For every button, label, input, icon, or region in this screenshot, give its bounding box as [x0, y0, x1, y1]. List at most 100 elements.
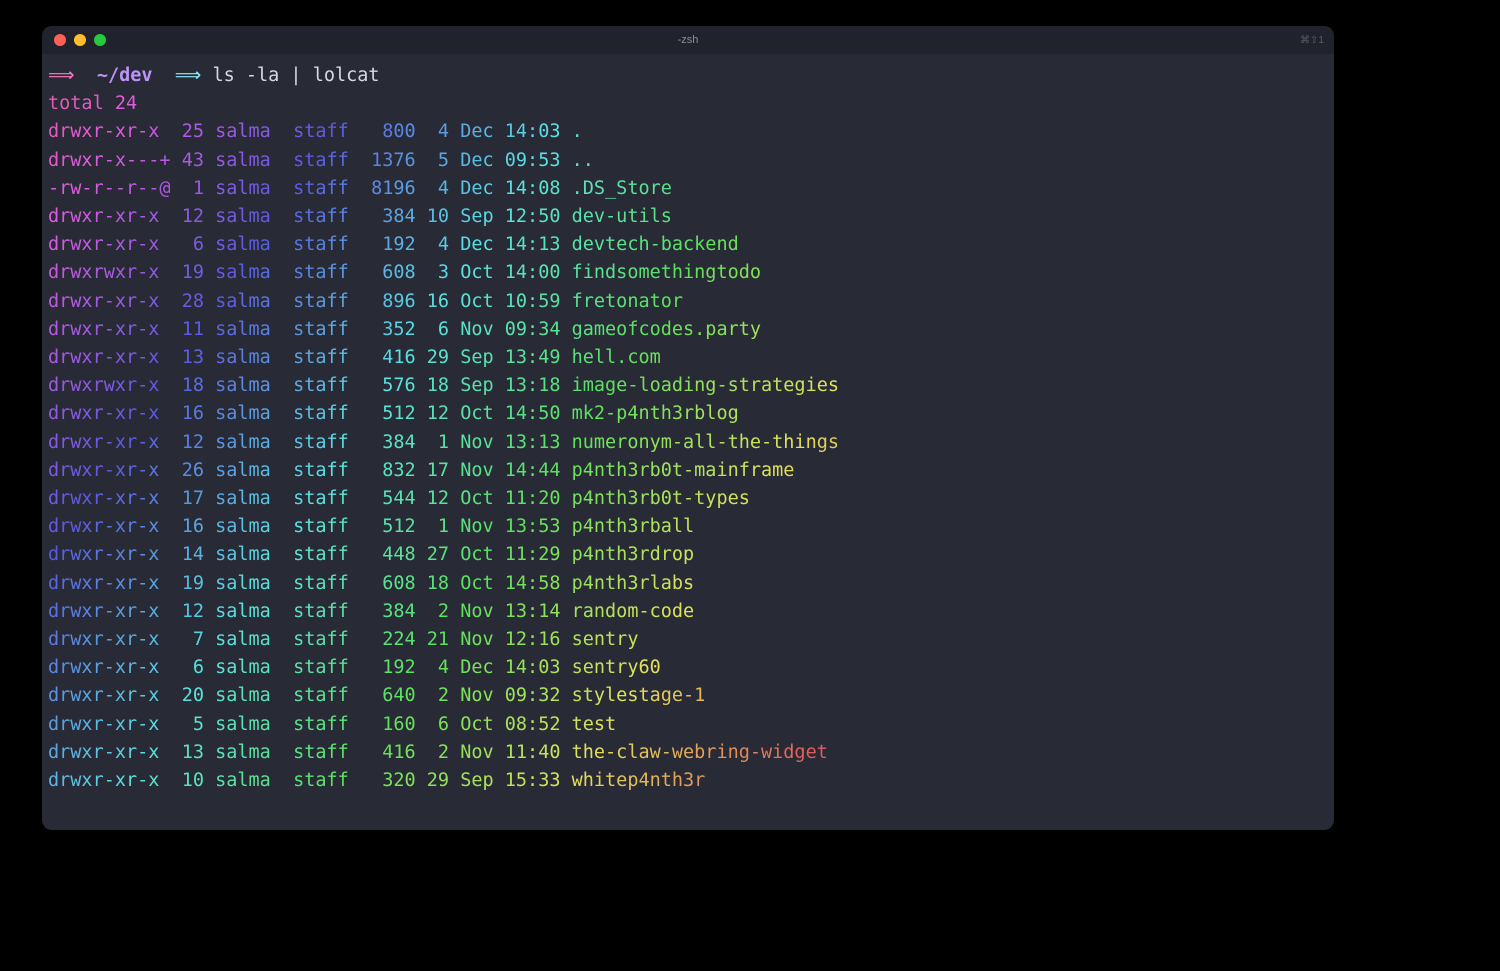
ls-filename: test: [572, 714, 617, 735]
ls-time: 10:59: [505, 291, 561, 312]
command-text: ls -la | lolcat: [212, 65, 379, 86]
ls-filename: dev-utils: [572, 206, 672, 227]
ls-perm: -rw-r--r--@: [48, 178, 171, 199]
ls-filename: stylestage-1: [572, 685, 706, 706]
prompt-line: ⟹ ~/dev ⟹ ls -la | lolcat: [48, 62, 1328, 90]
ls-links: 11: [182, 319, 204, 340]
ls-links: 13: [182, 347, 204, 368]
ls-group: staff: [293, 150, 349, 171]
ls-size: 352: [371, 319, 416, 340]
ls-day: 5: [427, 150, 449, 171]
ls-row: drwxr-xr-x 13 salma staff 416 29 Sep 13:…: [48, 344, 1328, 372]
ls-size: 608: [371, 262, 416, 283]
ls-month: Sep: [460, 375, 493, 396]
ls-month: Nov: [460, 516, 493, 537]
ls-size: 192: [371, 234, 416, 255]
ls-day: 1: [427, 516, 449, 537]
ls-day: 29: [427, 347, 449, 368]
ls-links: 28: [182, 291, 204, 312]
ls-row: drwxr-xr-x 20 salma staff 640 2 Nov 09:3…: [48, 682, 1328, 710]
ls-day: 12: [427, 403, 449, 424]
ls-group: staff: [293, 432, 349, 453]
titlebar: -zsh ⌘⇧1: [42, 26, 1334, 54]
ls-user: salma: [215, 544, 271, 565]
ls-size: 192: [371, 657, 416, 678]
ls-links: 18: [182, 375, 204, 396]
ls-row: -rw-r--r--@ 1 salma staff 8196 4 Dec 14:…: [48, 175, 1328, 203]
ls-row: drwxr-xr-x 7 salma staff 224 21 Nov 12:1…: [48, 626, 1328, 654]
ls-day: 6: [427, 714, 449, 735]
ls-group: staff: [293, 601, 349, 622]
ls-group: staff: [293, 770, 349, 791]
ls-user: salma: [215, 601, 271, 622]
ls-perm: drwxr-xr-x: [48, 544, 171, 565]
ls-filename: devtech-backend: [572, 234, 739, 255]
terminal-output[interactable]: ⟹ ~/dev ⟹ ls -la | lolcattotal 24drwxr-x…: [42, 54, 1334, 795]
ls-user: salma: [215, 150, 271, 171]
ls-perm: drwxr-xr-x: [48, 432, 171, 453]
ls-perm: drwxr-xr-x: [48, 206, 171, 227]
ls-user: salma: [215, 460, 271, 481]
ls-day: 4: [427, 657, 449, 678]
ls-user: salma: [215, 714, 271, 735]
ls-user: salma: [215, 319, 271, 340]
ls-filename: p4nth3rball: [572, 516, 695, 537]
ls-day: 2: [427, 685, 449, 706]
ls-group: staff: [293, 206, 349, 227]
ls-filename: numeronym-all-the-things: [572, 432, 839, 453]
ls-row: drwxr-xr-x 19 salma staff 608 18 Oct 14:…: [48, 570, 1328, 598]
ls-time: 13:53: [505, 516, 561, 537]
ls-time: 14:03: [505, 121, 561, 142]
ls-user: salma: [215, 685, 271, 706]
ls-perm: drwxr-xr-x: [48, 234, 171, 255]
ls-perm: drwxr-xr-x: [48, 657, 171, 678]
ls-filename: p4nth3rlabs: [572, 573, 695, 594]
ls-perm: drwxr-xr-x: [48, 601, 171, 622]
ls-time: 11:29: [505, 544, 561, 565]
ls-links: 14: [182, 544, 204, 565]
ls-perm: drwxr-xr-x: [48, 403, 171, 424]
ls-links: 26: [182, 460, 204, 481]
ls-filename: p4nth3rb0t-mainframe: [572, 460, 795, 481]
ls-links: 1: [182, 178, 204, 199]
ls-perm: drwxr-xr-x: [48, 629, 171, 650]
ls-perm: drwxrwxr-x: [48, 262, 171, 283]
ls-size: 384: [371, 432, 416, 453]
ls-perm: drwxr-xr-x: [48, 291, 171, 312]
ls-perm: drwxr-xr-x: [48, 685, 171, 706]
ls-filename: .DS_Store: [572, 178, 672, 199]
ls-filename: random-code: [572, 601, 695, 622]
ls-size: 8196: [371, 178, 416, 199]
ls-filename: gameofcodes.party: [572, 319, 761, 340]
ls-time: 14:50: [505, 403, 561, 424]
ls-group: staff: [293, 403, 349, 424]
ls-time: 14:00: [505, 262, 561, 283]
ls-links: 16: [182, 516, 204, 537]
ls-size: 160: [371, 714, 416, 735]
ls-links: 13: [182, 742, 204, 763]
ls-size: 416: [371, 742, 416, 763]
ls-time: 09:32: [505, 685, 561, 706]
ls-month: Oct: [460, 544, 493, 565]
ls-time: 11:40: [505, 742, 561, 763]
ls-day: 21: [427, 629, 449, 650]
ls-user: salma: [215, 178, 271, 199]
ls-month: Nov: [460, 319, 493, 340]
ls-group: staff: [293, 488, 349, 509]
ls-month: Sep: [460, 206, 493, 227]
ls-row: drwxrwxr-x 18 salma staff 576 18 Sep 13:…: [48, 372, 1328, 400]
ls-size: 384: [371, 206, 416, 227]
ls-filename: image-loading-strategies: [572, 375, 839, 396]
ls-user: salma: [215, 657, 271, 678]
ls-day: 4: [427, 178, 449, 199]
ls-time: 12:16: [505, 629, 561, 650]
ls-links: 19: [182, 262, 204, 283]
ls-group: staff: [293, 319, 349, 340]
ls-filename: hell.com: [572, 347, 661, 368]
ls-perm: drwxr-xr-x: [48, 770, 171, 791]
ls-month: Nov: [460, 685, 493, 706]
ls-group: staff: [293, 178, 349, 199]
ls-month: Oct: [460, 573, 493, 594]
ls-day: 2: [427, 742, 449, 763]
ls-size: 224: [371, 629, 416, 650]
